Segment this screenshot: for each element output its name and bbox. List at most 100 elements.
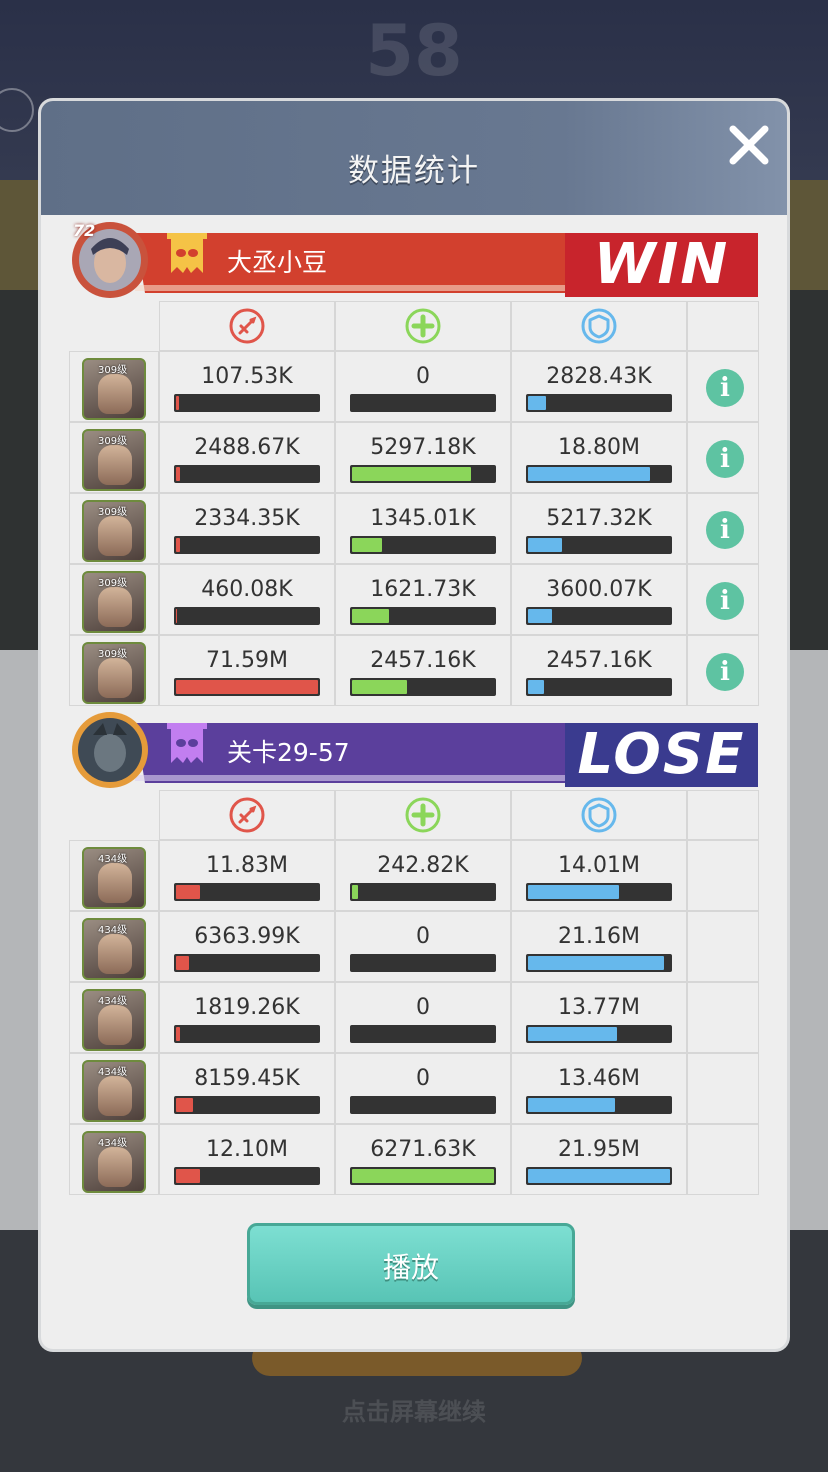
damage-meter <box>174 536 320 554</box>
tank-meter-fill <box>528 680 544 694</box>
tank-stat-cell: 2828.43K <box>511 351 687 422</box>
info-cell <box>687 1053 759 1124</box>
mask-banner-icon <box>167 723 207 763</box>
damage-value: 12.10M <box>206 1137 288 1162</box>
hero-level: 309级 <box>98 436 128 447</box>
tank-meter <box>526 883 672 901</box>
info-icon[interactable]: i <box>706 653 744 691</box>
tank-stat-cell: 5217.32K <box>511 493 687 564</box>
tank-meter-fill <box>528 1098 615 1112</box>
player-level: 72 <box>73 221 96 240</box>
heal-meter <box>350 883 496 901</box>
damage-stat-cell: 8159.45K <box>159 1053 335 1124</box>
hero-level: 309级 <box>98 649 128 660</box>
info-icon[interactable]: i <box>706 369 744 407</box>
modal-header: 数据统计 <box>41 101 787 215</box>
heal-stat-cell: 6271.63K <box>335 1124 511 1195</box>
hero-face <box>98 445 132 485</box>
hero-portrait-cell: 434级 <box>69 840 159 911</box>
damage-meter <box>174 954 320 972</box>
hero-portrait-cell: 309级 <box>69 564 159 635</box>
enemy-avatar <box>69 709 148 788</box>
damage-meter-fill <box>176 538 180 552</box>
damage-meter-fill <box>176 885 200 899</box>
team1-result-badge: WIN <box>565 233 758 297</box>
damage-value: 2488.67K <box>194 435 300 460</box>
stat-icon-header <box>69 790 759 840</box>
damage-meter <box>174 1167 320 1185</box>
damage-meter-fill <box>176 1098 193 1112</box>
play-button-label: 播放 <box>382 1251 439 1284</box>
tank-meter-fill <box>528 1027 617 1041</box>
hero-level: 309级 <box>98 578 128 589</box>
tank-meter-fill <box>528 1169 670 1183</box>
heal-stat-cell: 5297.18K <box>335 422 511 493</box>
team1-banner: 72 大丞小豆 WIN <box>65 221 762 298</box>
hero-stat-row: 434级 11.83M 242.82K 14.01M <box>69 840 759 911</box>
tank-stat-cell: 21.95M <box>511 1124 687 1195</box>
damage-stat-cell: 460.08K <box>159 564 335 635</box>
team2-banner: 关卡29-57 LOSE <box>65 712 762 788</box>
hero-portrait-cell: 309级 <box>69 351 159 422</box>
heal-meter <box>350 394 496 412</box>
hero-stat-row: 309级 107.53K 0 2828.43K i <box>69 351 759 422</box>
heal-stat-cell: 2457.16K <box>335 635 511 706</box>
hero-level: 309级 <box>98 507 128 518</box>
damage-meter-fill <box>176 1169 200 1183</box>
damage-stat-cell: 2488.67K <box>159 422 335 493</box>
hero-face <box>98 863 132 903</box>
damage-value: 1819.26K <box>194 995 300 1020</box>
info-icon[interactable]: i <box>706 511 744 549</box>
heal-meter-fill <box>352 609 389 623</box>
info-cell <box>687 840 759 911</box>
hero-face <box>98 587 132 627</box>
tank-value: 2457.16K <box>546 648 652 673</box>
tank-stat-cell: 13.46M <box>511 1053 687 1124</box>
info-cell <box>687 982 759 1053</box>
damage-meter-fill <box>176 609 177 623</box>
team2-name: 关卡29-57 <box>227 738 350 767</box>
tank-stat-cell: 3600.07K <box>511 564 687 635</box>
modal-title: 数据统计 <box>348 153 480 189</box>
hero-portrait: 434级 <box>82 989 146 1051</box>
background-score: 58 <box>365 10 463 92</box>
info-cell: i <box>687 351 759 422</box>
heal-meter <box>350 678 496 696</box>
info-cell: i <box>687 564 759 635</box>
hero-level: 309级 <box>98 365 128 376</box>
info-cell: i <box>687 635 759 706</box>
hero-level: 434级 <box>98 854 128 865</box>
hero-portrait-cell: 309级 <box>69 493 159 564</box>
damage-value: 71.59M <box>206 648 288 673</box>
tank-meter <box>526 465 672 483</box>
heal-stat-cell: 1621.73K <box>335 564 511 635</box>
team2-result-badge: LOSE <box>565 723 758 787</box>
hero-portrait-cell: 434级 <box>69 1124 159 1195</box>
hero-face <box>98 1005 132 1045</box>
tank-meter <box>526 1167 672 1185</box>
damage-value: 11.83M <box>206 853 288 878</box>
info-icon[interactable]: i <box>706 440 744 478</box>
hero-portrait-cell: 434级 <box>69 1053 159 1124</box>
heal-meter-fill <box>352 467 471 481</box>
close-button[interactable] <box>723 119 775 171</box>
hero-face <box>98 658 132 698</box>
heal-meter <box>350 1096 496 1114</box>
heal-meter <box>350 536 496 554</box>
info-icon[interactable]: i <box>706 582 744 620</box>
hero-stat-row: 309级 2488.67K 5297.18K 18.80M i <box>69 422 759 493</box>
damage-meter <box>174 1025 320 1043</box>
damage-value: 6363.99K <box>194 924 300 949</box>
damage-value: 2334.35K <box>194 506 300 531</box>
hero-face <box>98 516 132 556</box>
hero-level: 434级 <box>98 1067 128 1078</box>
tank-meter-fill <box>528 396 546 410</box>
team1-result: WIN <box>593 232 730 297</box>
tank-stat-cell: 2457.16K <box>511 635 687 706</box>
tank-meter <box>526 678 672 696</box>
mask-banner-icon <box>167 233 207 273</box>
damage-meter <box>174 883 320 901</box>
stats-modal: 数据统计 72 大丞小豆 WIN 309级 107.53K 0 2828.43K… <box>41 101 787 1349</box>
play-button[interactable]: 播放 <box>247 1223 575 1305</box>
hero-stat-row: 309级 71.59M 2457.16K 2457.16K i <box>69 635 759 706</box>
